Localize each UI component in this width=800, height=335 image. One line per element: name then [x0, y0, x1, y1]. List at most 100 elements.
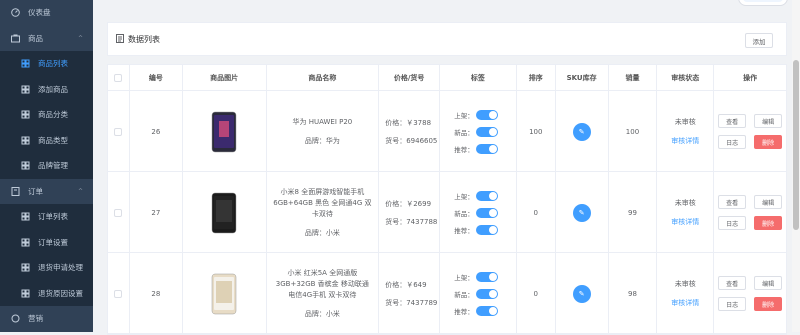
sidebar-item-label: 订单列表	[38, 212, 68, 222]
reason-icon	[20, 288, 30, 298]
audit-detail-link[interactable]: 审核详情	[671, 298, 699, 308]
sidebar-item-10[interactable]: 退货申请处理	[0, 255, 93, 281]
recommend-switch[interactable]	[476, 224, 499, 235]
ops-cell: 查看 编辑 日志 删除	[714, 172, 786, 253]
panel-title: 数据列表	[128, 34, 160, 44]
sidebar-item-7[interactable]: 订单 ^	[0, 178, 93, 204]
product-name-cell: 小米 红米5A 全网通版 3GB+32GB 香槟金 移动联通电信4G手机 双卡双…	[267, 253, 380, 334]
row-checkbox[interactable]	[114, 208, 123, 217]
delete-button[interactable]: 删除	[754, 216, 783, 230]
add-icon	[20, 84, 30, 94]
header-price: 价格/货号	[379, 65, 441, 90]
view-button[interactable]: 查看	[718, 276, 747, 290]
sales-value: 98	[609, 253, 658, 334]
delete-button[interactable]: 删除	[754, 135, 783, 149]
product-brand: 品牌：华为	[304, 137, 340, 145]
audit-detail-link[interactable]: 审核详情	[671, 217, 699, 227]
sidebar-item-8[interactable]: 订单列表	[0, 204, 93, 230]
sort-value: 0	[517, 172, 556, 253]
edit-button[interactable]: 编辑	[754, 114, 783, 128]
sidebar-item-6[interactable]: 品牌管理	[0, 153, 93, 179]
log-button[interactable]: 日志	[718, 135, 747, 149]
product-image-cell	[183, 91, 267, 172]
log-button[interactable]: 日志	[718, 216, 747, 230]
audit-status: 未审核	[674, 118, 696, 126]
view-button[interactable]: 查看	[718, 195, 747, 209]
sidebar-item-3[interactable]: 添加商品	[0, 76, 93, 102]
table-row: 28 小米 红米5A 全网通版 3GB+32GB 香槟金 移动联通电信4G手机 …	[108, 253, 786, 334]
tag-label-new: 新品：	[454, 290, 474, 299]
data-list-header: 数据列表 添加	[107, 22, 787, 56]
sidebar-item-label: 添加商品	[38, 84, 68, 94]
settings-icon	[20, 237, 30, 247]
sales-value: 99	[609, 172, 658, 253]
product-price: 价格：￥2699	[385, 199, 432, 208]
product-image-cell	[183, 253, 267, 334]
sidebar-item-label: 品牌管理	[38, 161, 68, 171]
list-icon	[20, 212, 30, 222]
recommend-switch[interactable]	[476, 143, 499, 154]
chevron-up-icon: ^	[77, 187, 83, 195]
edit-button[interactable]: 编辑	[754, 276, 783, 290]
edit-sku-button[interactable]: ✎	[572, 203, 591, 222]
publish-switch[interactable]	[476, 109, 499, 120]
sidebar-item-2[interactable]: 商品列表	[0, 51, 93, 77]
sidebar-item-label: 仪表盘	[28, 8, 51, 18]
sidebar: 仪表盘商品 ^ 商品列表添加商品商品分类 商品类型品牌管理订单 ^ 订单列表订单设置退货申…	[0, 0, 93, 332]
product-name: 小米 红米5A 全网通版 3GB+32GB 香槟金 移动联通电信4G手机 双卡双…	[275, 269, 369, 299]
log-button[interactable]: 日志	[718, 297, 747, 311]
audit-status: 未审核	[674, 280, 696, 288]
audit-status: 未审核	[674, 199, 696, 207]
recommend-switch[interactable]	[476, 305, 499, 316]
sidebar-item-4[interactable]: 商品分类	[0, 102, 93, 128]
sidebar-item-label: 退货申请处理	[38, 263, 83, 273]
publish-switch[interactable]	[476, 190, 499, 201]
row-checkbox[interactable]	[114, 127, 123, 136]
sales-value: 100	[609, 91, 658, 172]
header-tags: 标签	[440, 65, 517, 90]
return-icon	[20, 263, 30, 273]
product-price: 价格：￥649	[385, 280, 427, 289]
marketing-icon	[10, 314, 20, 324]
header-sku: SKU库存	[556, 65, 609, 90]
list-icon	[116, 33, 124, 45]
sku-cell: ✎	[556, 172, 609, 253]
edit-sku-button[interactable]: ✎	[572, 284, 591, 303]
order-icon	[10, 186, 20, 196]
product-price: 价格：￥3788	[385, 118, 432, 127]
new-switch[interactable]	[476, 126, 499, 137]
tags-cell: 上架： 新品： 推荐：	[440, 172, 517, 253]
sku-cell: ✎	[556, 91, 609, 172]
select-all-checkbox[interactable]	[114, 73, 123, 82]
view-button[interactable]: 查看	[718, 114, 747, 128]
table-header-row: 编号 商品图片 商品名称 价格/货号 标签 排序 SKU库存 销量 审核状态 操…	[108, 65, 786, 91]
publish-switch[interactable]	[476, 271, 499, 282]
brand-icon	[20, 161, 30, 171]
edit-button[interactable]: 编辑	[754, 195, 783, 209]
sidebar-item-0[interactable]: 仪表盘	[0, 0, 93, 26]
goods-icon	[10, 33, 20, 43]
row-checkbox[interactable]	[114, 289, 123, 298]
tags-cell: 上架： 新品： 推荐：	[440, 253, 517, 334]
scrollbar[interactable]	[792, 0, 800, 332]
new-switch[interactable]	[476, 288, 499, 299]
sidebar-item-1[interactable]: 商品 ^	[0, 25, 93, 51]
dashboard-icon	[10, 8, 20, 18]
new-switch[interactable]	[476, 207, 499, 218]
product-name: 华为 HUAWEI P20	[292, 118, 353, 126]
sidebar-item-5[interactable]: 商品类型	[0, 127, 93, 153]
edit-sku-button[interactable]: ✎	[572, 122, 591, 141]
sidebar-item-11[interactable]: 退货原因设置	[0, 280, 93, 306]
table-row: 27 小米8 全面屏游戏智能手机 6GB+64GB 黑色 全网通4G 双卡双待 …	[108, 172, 786, 253]
sku-cell: ✎	[556, 253, 609, 334]
list-icon	[20, 59, 30, 69]
audit-detail-link[interactable]: 审核详情	[671, 136, 699, 146]
sidebar-item-9[interactable]: 订单设置	[0, 229, 93, 255]
top-toggle-button[interactable]	[738, 0, 788, 6]
edit-icon: ✎	[578, 208, 585, 217]
product-image	[203, 111, 245, 153]
delete-button[interactable]: 删除	[754, 297, 783, 311]
add-button[interactable]: 添加	[745, 33, 773, 48]
sidebar-item-12[interactable]: 营销	[0, 306, 93, 332]
edit-icon: ✎	[578, 127, 585, 136]
